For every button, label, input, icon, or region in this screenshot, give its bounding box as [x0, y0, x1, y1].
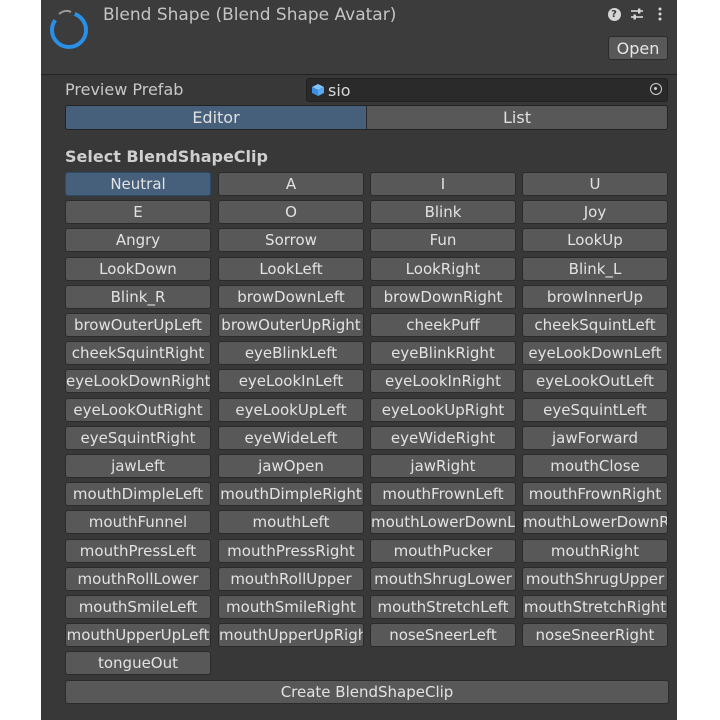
clip-button-cheeksquintright[interactable]: cheekSquintRight — [65, 341, 211, 365]
clip-button-joy[interactable]: Joy — [522, 200, 668, 224]
clip-button-mouthstretchleft[interactable]: mouthStretchLeft — [370, 595, 516, 619]
clip-button-a[interactable]: A — [218, 172, 364, 196]
clip-button-lookright[interactable]: LookRight — [370, 257, 516, 281]
clip-button-lookup[interactable]: LookUp — [522, 228, 668, 252]
clip-button-eyelookoutleft[interactable]: eyeLookOutLeft — [522, 369, 668, 393]
clip-button-mouthpressleft[interactable]: mouthPressLeft — [65, 539, 211, 563]
inspector-title: Blend Shape (Blend Shape Avatar) — [103, 5, 397, 25]
clip-button-mouthrolllower[interactable]: mouthRollLower — [65, 567, 211, 591]
clip-button-sorrow[interactable]: Sorrow — [218, 228, 364, 252]
clip-button-blink_r[interactable]: Blink_R — [65, 285, 211, 309]
clip-button-cheekpuff[interactable]: cheekPuff — [370, 313, 516, 337]
clip-button-browouterupleft[interactable]: browOuterUpLeft — [65, 313, 211, 337]
clip-button-mouthupperupleft[interactable]: mouthUpperUpLeft — [65, 623, 211, 647]
help-icon[interactable]: ? — [607, 6, 621, 22]
prefab-cube-icon — [312, 84, 324, 96]
clip-button-browouterupright[interactable]: browOuterUpRight — [218, 313, 364, 337]
settings-sliders-icon[interactable] — [630, 6, 644, 22]
clip-button-mouthsmileright[interactable]: mouthSmileRight — [218, 595, 364, 619]
clip-button-eyewideleft[interactable]: eyeWideLeft — [218, 426, 364, 450]
clip-button-i[interactable]: I — [370, 172, 516, 196]
clip-button-jawforward[interactable]: jawForward — [522, 426, 668, 450]
clip-button-mouthfunnel[interactable]: mouthFunnel — [65, 510, 211, 534]
clip-button-mouthleft[interactable]: mouthLeft — [218, 510, 364, 534]
header-icons: ? — [607, 6, 667, 22]
clip-button-mouthupperupright[interactable]: mouthUpperUpRight — [218, 623, 364, 647]
clip-button-eyewideright[interactable]: eyeWideRight — [370, 426, 516, 450]
clip-button-mouthright[interactable]: mouthRight — [522, 539, 668, 563]
clip-button-o[interactable]: O — [218, 200, 364, 224]
clip-button-cheeksquintleft[interactable]: cheekSquintLeft — [522, 313, 668, 337]
clip-button-u[interactable]: U — [522, 172, 668, 196]
clip-button-jawopen[interactable]: jawOpen — [218, 454, 364, 478]
create-blendshape-clip-button[interactable]: Create BlendShapeClip — [65, 680, 669, 704]
clip-button-tongueout[interactable]: tongueOut — [65, 651, 211, 675]
clip-button-browdownleft[interactable]: browDownLeft — [218, 285, 364, 309]
clip-button-jawright[interactable]: jawRight — [370, 454, 516, 478]
clip-button-mouthshruglower[interactable]: mouthShrugLower — [370, 567, 516, 591]
clip-button-angry[interactable]: Angry — [65, 228, 211, 252]
clip-button-neutral[interactable]: Neutral — [65, 172, 211, 196]
clip-button-mouthshrugupper[interactable]: mouthShrugUpper — [522, 567, 668, 591]
clip-button-nosesneerright[interactable]: noseSneerRight — [522, 623, 668, 647]
clip-button-mouthclose[interactable]: mouthClose — [522, 454, 668, 478]
clip-button-browinnerup[interactable]: browInnerUp — [522, 285, 668, 309]
clip-button-mouthdimpleleft[interactable]: mouthDimpleLeft — [65, 482, 211, 506]
clip-button-eyelookinleft[interactable]: eyeLookInLeft — [218, 369, 364, 393]
clip-button-mouthrollupper[interactable]: mouthRollUpper — [218, 567, 364, 591]
clip-button-mouthpucker[interactable]: mouthPucker — [370, 539, 516, 563]
clip-button-fun[interactable]: Fun — [370, 228, 516, 252]
clip-button-eyesquintright[interactable]: eyeSquintRight — [65, 426, 211, 450]
clip-button-nosesneerleft[interactable]: noseSneerLeft — [370, 623, 516, 647]
clip-button-mouthlowerdownright[interactable]: mouthLowerDownRight — [522, 510, 668, 534]
clip-button-e[interactable]: E — [65, 200, 211, 224]
preview-prefab-label: Preview Prefab — [65, 80, 184, 99]
clip-button-browdownright[interactable]: browDownRight — [370, 285, 516, 309]
open-button[interactable]: Open — [608, 36, 668, 60]
clip-button-lookleft[interactable]: LookLeft — [218, 257, 364, 281]
clip-button-mouthstretchright[interactable]: mouthStretchRight — [522, 595, 668, 619]
tab-list[interactable]: List — [366, 106, 667, 129]
clip-button-mouthsmileleft[interactable]: mouthSmileLeft — [65, 595, 211, 619]
clip-button-eyelookdownleft[interactable]: eyeLookDownLeft — [522, 341, 668, 365]
mode-tabs: Editor List — [65, 105, 668, 130]
clip-button-eyelookdownright[interactable]: eyeLookDownRight — [65, 369, 211, 393]
clip-button-eyeblinkleft[interactable]: eyeBlinkLeft — [218, 341, 364, 365]
clip-button-mouthlowerdownleft[interactable]: mouthLowerDownLeft — [370, 510, 516, 534]
inspector-header: Blend Shape (Blend Shape Avatar) ? Open — [41, 0, 677, 75]
clip-button-eyelookupleft[interactable]: eyeLookUpLeft — [218, 398, 364, 422]
clip-button-eyeblinkright[interactable]: eyeBlinkRight — [370, 341, 516, 365]
section-title: Select BlendShapeClip — [65, 147, 268, 166]
clip-button-mouthfrownleft[interactable]: mouthFrownLeft — [370, 482, 516, 506]
tab-editor[interactable]: Editor — [66, 106, 366, 129]
clip-button-mouthpressright[interactable]: mouthPressRight — [218, 539, 364, 563]
more-menu-icon[interactable] — [653, 6, 667, 22]
clip-button-mouthdimpleright[interactable]: mouthDimpleRight — [218, 482, 364, 506]
preview-prefab-field[interactable]: sio — [306, 78, 668, 102]
clip-button-blink_l[interactable]: Blink_L — [522, 257, 668, 281]
clip-button-eyelookinright[interactable]: eyeLookInRight — [370, 369, 516, 393]
inspector-panel: Blend Shape (Blend Shape Avatar) ? Open — [41, 0, 677, 720]
clip-button-eyesquintleft[interactable]: eyeSquintLeft — [522, 398, 668, 422]
clip-button-eyelookupright[interactable]: eyeLookUpRight — [370, 398, 516, 422]
object-picker-icon[interactable] — [650, 83, 662, 95]
preview-prefab-value: sio — [328, 81, 351, 100]
blend-shape-avatar-icon — [50, 9, 88, 49]
clip-button-jawleft[interactable]: jawLeft — [65, 454, 211, 478]
clip-button-eyelookoutright[interactable]: eyeLookOutRight — [65, 398, 211, 422]
clip-button-mouthfrownright[interactable]: mouthFrownRight — [522, 482, 668, 506]
clip-button-lookdown[interactable]: LookDown — [65, 257, 211, 281]
clip-button-blink[interactable]: Blink — [370, 200, 516, 224]
